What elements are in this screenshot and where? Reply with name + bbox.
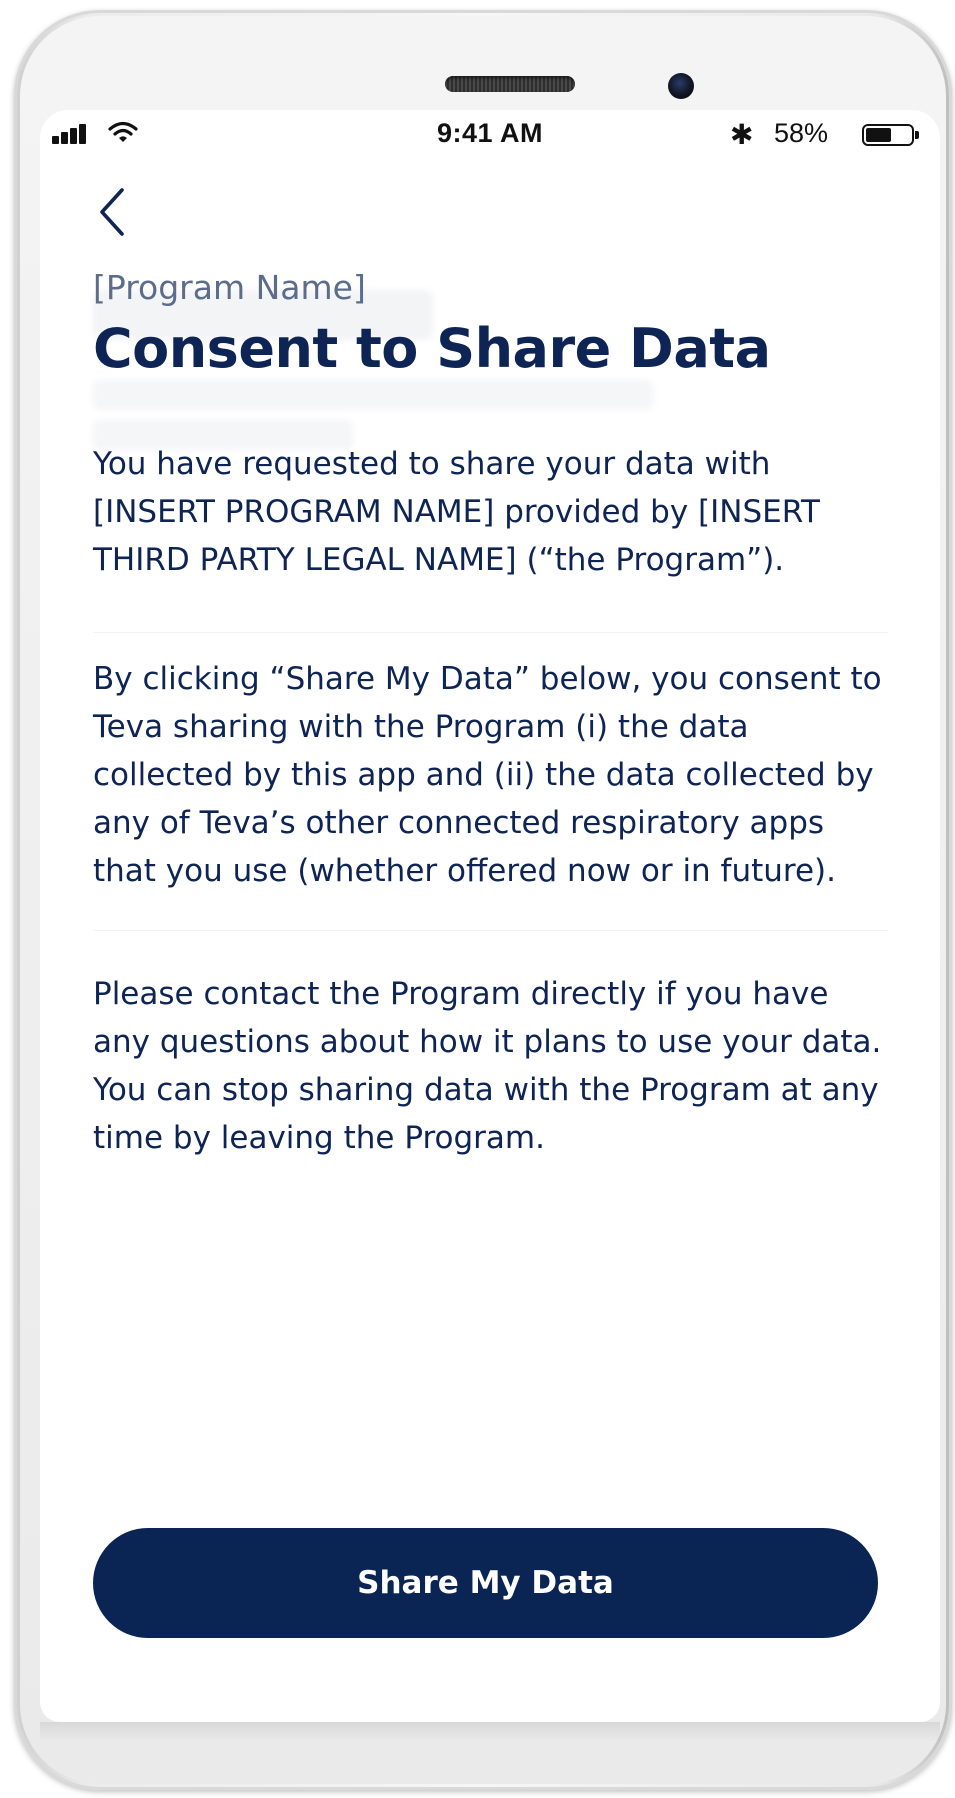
page-title: Consent to Share Data bbox=[93, 317, 771, 380]
ghost-text-artifact bbox=[93, 380, 653, 410]
app-screen: 9:41 AM ✱ 58% [Program Name] Consent to … bbox=[40, 110, 940, 1722]
section-divider bbox=[93, 632, 888, 633]
earpiece-speaker bbox=[445, 76, 575, 92]
consent-paragraph-contact: Please contact the Program directly if y… bbox=[93, 976, 882, 1156]
chevron-left-icon bbox=[100, 188, 124, 236]
screen-bottom-shadow bbox=[40, 1722, 940, 1742]
consent-paragraph-terms: By clicking “Share My Data” below, you c… bbox=[93, 661, 882, 889]
back-button[interactable] bbox=[92, 182, 136, 242]
section-divider-2 bbox=[93, 930, 888, 931]
battery-icon bbox=[862, 124, 919, 146]
bluetooth-icon: ✱ bbox=[730, 118, 754, 151]
battery-percentage: 58% bbox=[774, 118, 829, 148]
program-name-label: [Program Name] bbox=[93, 268, 366, 307]
share-my-data-button[interactable]: Share My Data bbox=[93, 1528, 878, 1638]
battery-nub bbox=[915, 131, 919, 139]
front-camera bbox=[668, 73, 694, 99]
battery-fill bbox=[866, 128, 891, 142]
consent-paragraph-request: You have requested to share your data wi… bbox=[93, 446, 820, 578]
status-bar: 9:41 AM ✱ 58% bbox=[40, 110, 940, 160]
